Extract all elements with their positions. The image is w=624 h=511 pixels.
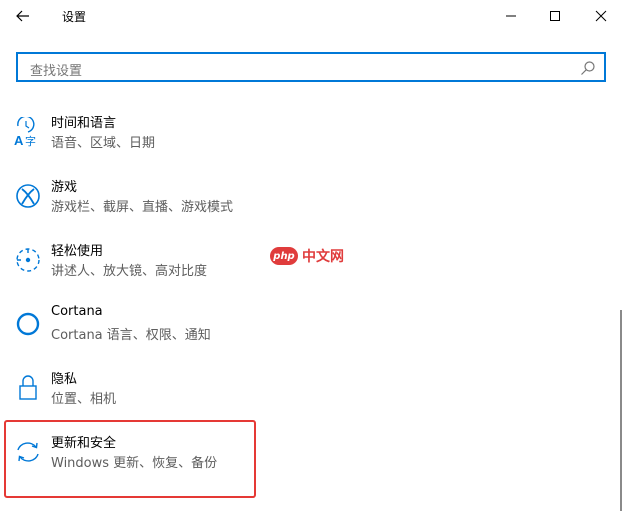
item-subtitle: 语音、区域、日期 (51, 136, 156, 151)
ease-of-access-icon (14, 244, 42, 276)
svg-text:A: A (14, 133, 24, 147)
settings-item-time-language[interactable]: A 字 时间和语言 语音、区域、日期 (8, 108, 568, 164)
back-arrow-icon (16, 10, 29, 22)
php-logo: php (270, 247, 298, 265)
item-title: 游戏 (51, 180, 78, 195)
item-subtitle: 讲述人、放大镜、高对比度 (51, 264, 208, 279)
watermark: php 中文网 (270, 246, 344, 266)
close-button[interactable] (578, 0, 624, 32)
lock-icon (14, 372, 42, 404)
minimize-button[interactable] (488, 0, 534, 32)
back-button[interactable] (6, 0, 40, 32)
scrollbar[interactable] (620, 310, 622, 511)
minimize-icon (506, 15, 516, 17)
cortana-icon (14, 308, 42, 340)
item-title: 轻松使用 (51, 244, 104, 259)
maximize-button[interactable] (532, 0, 578, 32)
svg-text:字: 字 (25, 134, 36, 147)
item-title: 时间和语言 (51, 116, 117, 131)
time-language-icon: A 字 (14, 116, 42, 148)
item-subtitle: 位置、相机 (51, 392, 117, 407)
settings-item-cortana[interactable]: Cortana Cortana 语言、权限、通知 (8, 300, 568, 356)
settings-item-gaming[interactable]: 游戏 游戏栏、截屏、直播、游戏模式 (8, 172, 568, 228)
title-bar: 设置 (0, 0, 624, 32)
close-icon (595, 10, 607, 22)
settings-window: 设置 查找设置 A 字 时间和语言 语音、区域、日期 游戏 游戏栏、截屏、直播、… (0, 0, 624, 511)
highlight-box (4, 420, 256, 498)
watermark-text: 中文网 (302, 249, 344, 265)
item-title: 隐私 (51, 372, 78, 387)
settings-item-privacy[interactable]: 隐私 位置、相机 (8, 364, 568, 420)
xbox-icon (14, 180, 42, 212)
window-title: 设置 (62, 10, 87, 24)
item-subtitle: 游戏栏、截屏、直播、游戏模式 (51, 200, 234, 215)
maximize-icon (550, 11, 560, 21)
item-subtitle: Cortana 语言、权限、通知 (51, 328, 211, 343)
search-icon[interactable] (580, 60, 596, 76)
search-placeholder: 查找设置 (30, 64, 83, 79)
item-title: Cortana (51, 304, 103, 319)
search-input[interactable]: 查找设置 (16, 52, 606, 82)
